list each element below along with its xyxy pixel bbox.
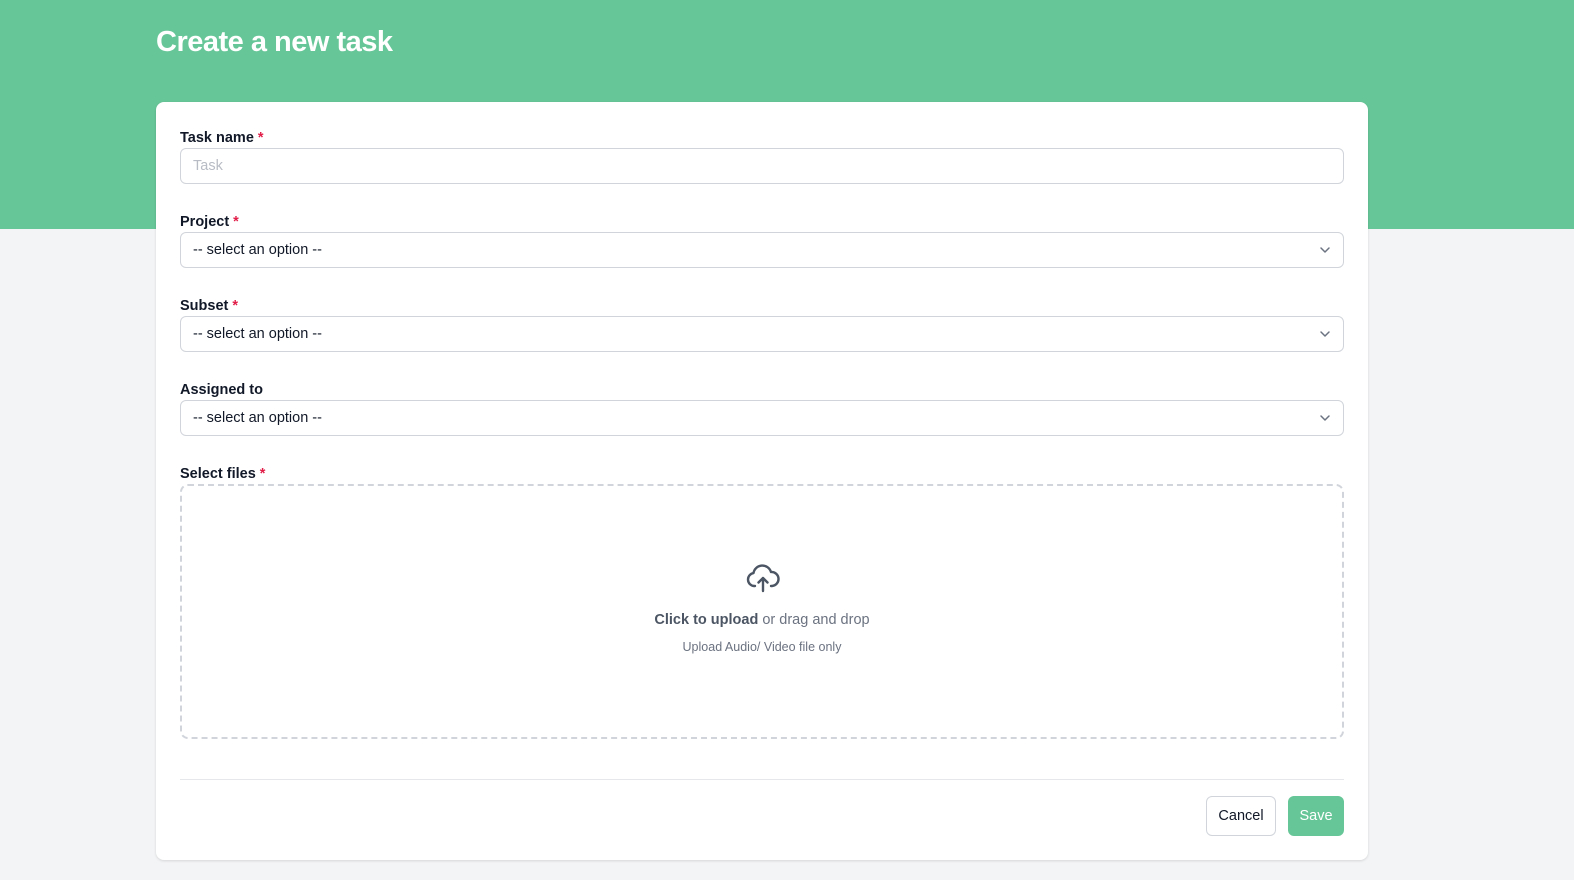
project-select-value: -- select an option -- <box>193 242 322 258</box>
page-title: Create a new task <box>156 26 393 58</box>
chevron-down-icon <box>1320 247 1330 253</box>
task-name-field: Task name * <box>180 128 1344 184</box>
drag-drop-text: or drag and drop <box>758 612 870 628</box>
page: Create a new task Task name* Project* --… <box>0 0 1574 880</box>
select-files-label-text: Select files <box>180 466 256 482</box>
task-name-input-box <box>180 148 1344 184</box>
subset-field: Subset * -- select an option -- <box>180 296 1344 352</box>
project-label-text: Project <box>180 214 230 230</box>
required-asterisk: * <box>233 214 239 230</box>
file-dropzone[interactable]: Click to upload or drag and drop Upload … <box>180 484 1344 739</box>
subset-label: Subset * <box>180 296 1344 316</box>
assigned-to-label: Assigned to <box>180 380 1344 400</box>
project-label: Project * <box>180 212 1344 232</box>
assigned-to-select-value: -- select an option -- <box>193 410 322 426</box>
project-select[interactable]: -- select an option -- <box>180 232 1344 268</box>
upload-hint: Upload Audio/ Video file only <box>682 640 842 654</box>
save-button[interactable]: Save <box>1288 796 1344 836</box>
click-to-upload-link[interactable]: Click to upload <box>654 612 758 628</box>
cancel-button[interactable]: Cancel <box>1206 796 1276 836</box>
task-name-input[interactable] <box>181 149 1343 183</box>
upload-instructions: Click to upload or drag and drop <box>182 612 1342 628</box>
assigned-to-select[interactable]: -- select an option -- <box>180 400 1344 436</box>
chevron-down-icon <box>1320 331 1330 337</box>
subset-select[interactable]: -- select an option -- <box>180 316 1344 352</box>
subset-label-text: Subset <box>180 298 229 314</box>
task-name-label: Task name * <box>180 128 1344 148</box>
project-field: Project * -- select an option -- <box>180 212 1344 268</box>
task-form-card: Task name* Project* -- select an option … <box>156 102 1368 860</box>
form-divider <box>180 779 1344 780</box>
chevron-down-icon <box>1320 415 1330 421</box>
assigned-to-label-text: Assigned to <box>180 382 263 398</box>
required-asterisk: * <box>232 298 238 314</box>
select-files-label: Select files * <box>180 464 1344 484</box>
assigned-to-field: Assigned to -- select an option -- <box>180 380 1344 436</box>
required-asterisk: * <box>257 130 264 146</box>
select-files-field: Select files * Click to upload or drag an… <box>180 464 1344 739</box>
task-name-label-text: Task name <box>180 130 254 146</box>
cloud-upload-icon <box>746 564 780 593</box>
subset-select-value: -- select an option -- <box>193 326 322 342</box>
required-asterisk: * <box>259 466 266 482</box>
